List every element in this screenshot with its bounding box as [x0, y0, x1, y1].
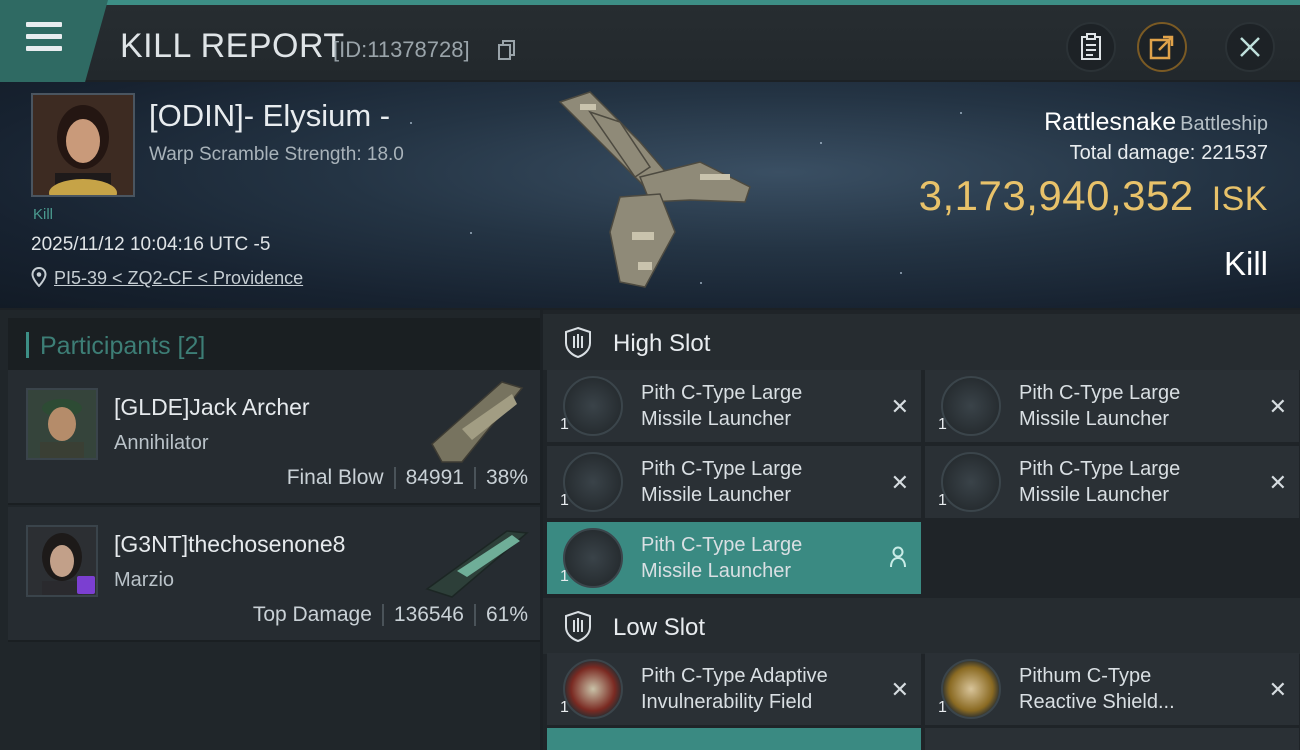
module-name: Pith C-Type Large Missile Launcher — [1019, 382, 1181, 430]
remove-icon[interactable]: ✕ — [1269, 677, 1287, 703]
module-name: Pith C-Type Large Missile Launcher — [641, 458, 803, 506]
participant-row[interactable]: [GLDE]Jack Archer Annihilator Final Blow… — [8, 370, 540, 505]
participant-stats: Top Damage 136546 61% — [252, 603, 528, 627]
avatar — [26, 525, 98, 597]
participant-ship: Annihilator — [114, 432, 209, 454]
low-slot-header[interactable]: Low Slot — [543, 598, 1300, 654]
remove-icon[interactable]: ✕ — [891, 470, 909, 496]
close-icon — [1240, 37, 1260, 57]
total-damage: Total damage: 221537 — [1069, 142, 1268, 164]
launcher-icon — [941, 452, 1001, 512]
ship-name[interactable]: Rattlesnake Battleship — [1044, 108, 1268, 137]
shield-icon — [565, 326, 591, 358]
page-title: KILL REPORT — [120, 27, 345, 65]
share-icon — [1149, 35, 1174, 60]
module-item-partial[interactable] — [547, 728, 921, 750]
ship-thumbnail — [425, 530, 529, 598]
warp-scramble-text: Warp Scramble Strength: 18.0 — [149, 144, 404, 165]
copy-icon[interactable] — [498, 40, 516, 60]
report-id: [ID:11378728] — [333, 37, 470, 62]
ship-image — [558, 91, 751, 288]
header-bar: KILL REPORT [ID:11378728] — [0, 0, 1300, 85]
menu-icon — [26, 22, 62, 52]
participants-header: Participants [2] — [8, 318, 540, 370]
module-name: Pith C-Type Adaptive Invulnerability Fiel… — [641, 665, 828, 713]
pin-icon — [31, 267, 47, 287]
person-icon[interactable] — [889, 546, 907, 568]
clipboard-icon — [1081, 33, 1101, 60]
share-button[interactable] — [1137, 22, 1187, 72]
badge-icon — [77, 576, 95, 594]
module-item[interactable]: 1 Pith C-Type Large Missile Launcher ✕ — [925, 370, 1299, 442]
module-item-selected[interactable]: 1 Pith C-Type Large Missile Launcher — [547, 522, 921, 594]
close-button[interactable] — [1225, 22, 1275, 72]
menu-button[interactable] — [0, 0, 108, 85]
participant-name: [GLDE]Jack Archer — [114, 394, 310, 420]
isk-value: 3,173,940,352 ISK — [918, 172, 1268, 219]
clipboard-button[interactable] — [1066, 22, 1116, 72]
module-item[interactable]: 1 Pith C-Type Large Missile Launcher ✕ — [547, 370, 921, 442]
victim-banner: [ODIN]- Elysium - Warp Scramble Strength… — [0, 82, 1300, 308]
participant-name: [G3NT]thechosenone8 — [114, 531, 346, 557]
participant-row[interactable]: [G3NT]thechosenone8 Marzio Top Damage 136… — [8, 507, 540, 642]
participant-ship: Marzio — [114, 569, 175, 591]
module-item[interactable]: 1 Pith C-Type Adaptive Invulnerability Fi… — [547, 653, 921, 725]
remove-icon[interactable]: ✕ — [1269, 470, 1287, 496]
avatar — [26, 388, 98, 460]
launcher-icon — [563, 376, 623, 436]
participants-panel: Participants [2] [GLDE]Jack Archer Annih… — [0, 310, 540, 750]
launcher-icon — [563, 452, 623, 512]
location-link[interactable]: PI5-39 < ZQ2-CF < Providence — [54, 268, 303, 289]
remove-icon[interactable]: ✕ — [1269, 394, 1287, 420]
fitting-panel: High Slot 1 Pith C-Type Large Missile Lau… — [543, 310, 1300, 750]
shield-icon — [565, 610, 591, 642]
module-name: Pith C-Type Large Missile Launcher — [641, 534, 803, 582]
remove-icon[interactable]: ✕ — [891, 394, 909, 420]
victim-portrait[interactable] — [31, 93, 135, 197]
ship-thumbnail — [431, 381, 524, 463]
high-slot-header[interactable]: High Slot — [543, 314, 1300, 370]
module-item[interactable]: 1 Pith C-Type Large Missile Launcher ✕ — [925, 446, 1299, 518]
module-item[interactable]: 1 Pithum C-Type Reactive Shield... ✕ — [925, 653, 1299, 725]
shield-module-icon — [563, 659, 623, 719]
launcher-icon — [941, 376, 1001, 436]
result-label: Kill — [1223, 245, 1268, 282]
shield-module-icon — [941, 659, 1001, 719]
kill-tag: Kill — [33, 206, 54, 223]
module-item-partial[interactable] — [925, 728, 1299, 750]
module-name: Pith C-Type Large Missile Launcher — [1019, 458, 1181, 506]
victim-name[interactable]: [ODIN]- Elysium - — [149, 98, 390, 134]
kill-time: 2025/11/12 10:04:16 UTC -5 — [31, 234, 271, 255]
module-name: Pithum C-Type Reactive Shield... — [1019, 665, 1175, 713]
remove-icon[interactable]: ✕ — [891, 677, 909, 703]
module-name: Pith C-Type Large Missile Launcher — [641, 382, 803, 430]
launcher-icon — [563, 528, 623, 588]
participant-stats: Final Blow 84991 38% — [286, 466, 528, 490]
module-item[interactable]: 1 Pith C-Type Large Missile Launcher ✕ — [547, 446, 921, 518]
